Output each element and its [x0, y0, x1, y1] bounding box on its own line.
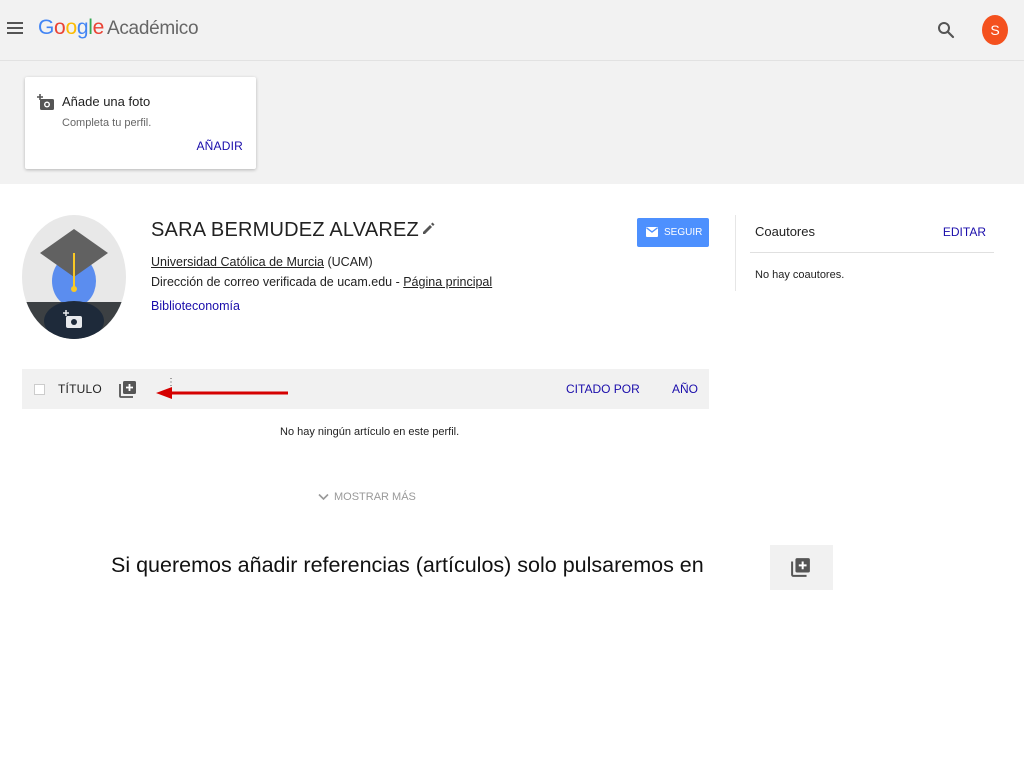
profile-picture[interactable]	[22, 215, 126, 339]
add-photo-card: Añade una foto Completa tu perfil. AÑADI…	[25, 77, 256, 169]
card-title: Añade una foto	[62, 94, 151, 109]
interest-link[interactable]: Biblioteconomía	[151, 299, 240, 313]
coauthors-panel: Coautores EDITAR No hay coautores.	[735, 215, 994, 291]
profile-name: SARA BERMUDEZ ALVAREZ	[151, 219, 419, 241]
show-more-label: MOSTRAR MÁS	[334, 491, 416, 503]
column-title[interactable]: TÍTULO	[58, 382, 102, 396]
menu-icon[interactable]	[7, 22, 23, 36]
logo-letter: G	[38, 16, 55, 39]
verified-email: Dirección de correo verificada de ucam.e…	[151, 275, 492, 289]
card-subtitle: Completa tu perfil.	[62, 117, 152, 129]
account-avatar[interactable]: S	[982, 15, 1008, 45]
homepage-link[interactable]: Página principal	[403, 275, 492, 289]
instruction-caption: Si queremos añadir referencias (artículo…	[111, 553, 704, 577]
add-article-icon	[791, 558, 810, 577]
coauthors-title: Coautores	[755, 224, 815, 239]
mail-icon	[646, 227, 658, 237]
edit-coauthors-button[interactable]: EDITAR	[943, 225, 986, 239]
add-photo-icon	[37, 94, 54, 110]
divider	[750, 252, 994, 253]
top-bar: Google Académico S	[0, 0, 1024, 61]
logo-letter: g	[76, 16, 89, 39]
annotation-arrow	[156, 387, 288, 399]
select-all-checkbox[interactable]	[34, 384, 45, 395]
interests: Biblioteconomía	[151, 299, 240, 313]
coauthors-empty-text: No hay coautores.	[755, 269, 845, 281]
affiliation-link[interactable]: Universidad Católica de Murcia	[151, 255, 324, 269]
articles-table-header: TÍTULO ⋮ CITADO POR AÑO	[22, 369, 709, 409]
logo-letter: o	[65, 16, 77, 39]
add-photo-button[interactable]: AÑADIR	[196, 139, 243, 153]
follow-label: SEGUIR	[664, 227, 703, 238]
show-more-button[interactable]: MOSTRAR MÁS	[318, 491, 416, 503]
chevron-down-icon	[318, 494, 329, 501]
add-article-icon[interactable]	[119, 380, 137, 398]
graduate-placeholder-icon	[22, 229, 126, 339]
logo-letter: e	[92, 16, 105, 39]
google-scholar-logo[interactable]: Google Académico	[38, 16, 199, 40]
follow-button[interactable]: SEGUIR	[637, 218, 709, 247]
affiliation: Universidad Católica de Murcia (UCAM)	[151, 255, 373, 269]
column-cited-by[interactable]: CITADO POR	[566, 382, 640, 396]
product-name: Académico	[106, 18, 199, 39]
articles-empty-text: No hay ningún artículo en este perfil.	[280, 426, 460, 438]
add-article-icon-illustration	[770, 545, 833, 590]
affiliation-suffix: (UCAM)	[324, 255, 373, 269]
search-icon[interactable]	[937, 21, 955, 39]
email-text: Dirección de correo verificada de ucam.e…	[151, 275, 404, 289]
logo-letter: o	[54, 16, 66, 39]
column-year[interactable]: AÑO	[672, 382, 698, 396]
edit-pencil-icon[interactable]	[421, 222, 435, 236]
